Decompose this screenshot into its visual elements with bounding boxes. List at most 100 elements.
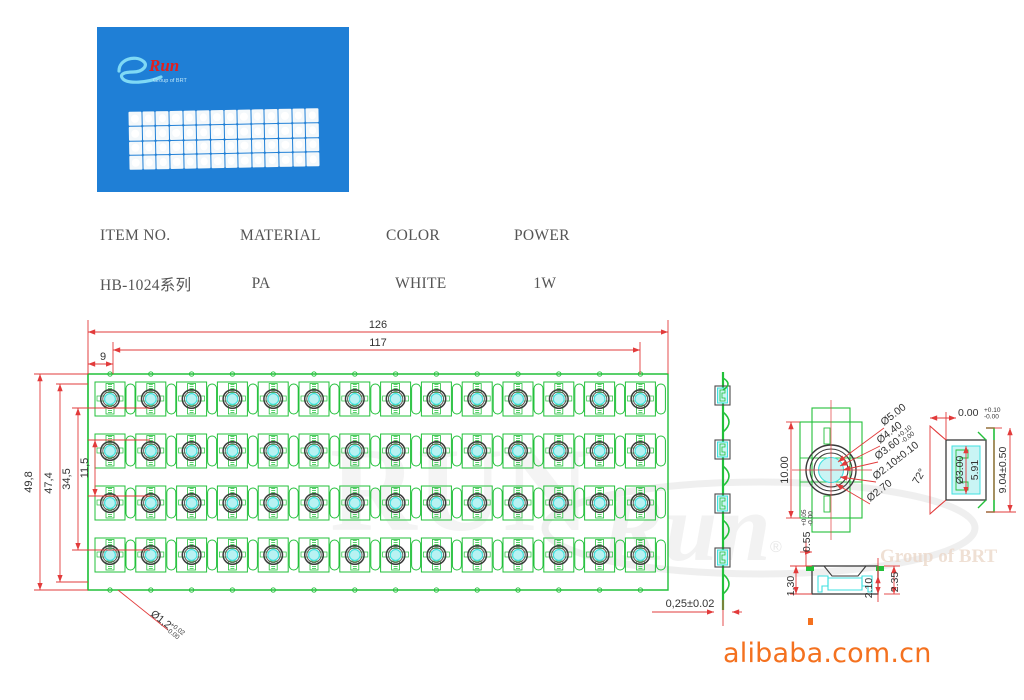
spec-header-material: MATERIAL: [240, 227, 321, 244]
led-cell: [175, 381, 208, 417]
dim-inner-width: 117: [369, 337, 387, 349]
led-slot: [615, 383, 626, 415]
led-slot: [288, 383, 299, 415]
svg-text:Run: Run: [148, 56, 179, 75]
led-slot: [125, 383, 136, 415]
led-slot: [492, 383, 503, 415]
svg-text:Group of BRT: Group of BRT: [880, 546, 998, 567]
dim-length: 9.04±0.50: [997, 447, 1009, 494]
spec-header-item-no: ITEM NO.: [100, 227, 171, 244]
spec-table: ITEM NO. MATERIAL COLOR POWER HB-1024系列 …: [100, 212, 620, 308]
led-slot: [125, 539, 136, 571]
dim-overall-height: 49,8: [23, 471, 35, 492]
brand-logo-icon: Run Group of BRT: [117, 56, 187, 84]
led-cell: [135, 537, 167, 573]
dim-profile-h1: 0.55: [801, 531, 813, 552]
screenshot-root: Run Group of BRT document.write(new Arra…: [0, 0, 1024, 700]
led-cell: [94, 537, 126, 573]
led-slot: [247, 383, 258, 415]
led-slot: [655, 435, 666, 467]
led-cell: [216, 537, 249, 573]
dim-profile-w1: 1.30: [785, 576, 797, 597]
dim-overall-width: 126: [369, 319, 387, 331]
led-cell: [94, 485, 126, 521]
led-cell: [420, 381, 453, 417]
dim-detail-height: 10.00: [779, 456, 791, 484]
led-cell: [379, 381, 412, 417]
led-slot: [166, 539, 177, 571]
led-slot: [207, 487, 218, 519]
led-cell: [216, 485, 249, 521]
led-cell: [298, 433, 330, 469]
led-slot: [166, 435, 177, 467]
led-cell: [94, 381, 126, 417]
led-cell: [543, 381, 575, 417]
spec-value-power: 1W: [533, 275, 557, 292]
dim-profile-w2: 2.10: [863, 578, 875, 599]
photo-led-array: document.write(new Array(57).join('<div …: [128, 108, 320, 170]
led-cell: [298, 537, 330, 573]
led-slot: [533, 383, 544, 415]
led-slot: [125, 435, 136, 467]
dim-thickness: 0,25±0.02: [666, 598, 715, 610]
dim-datum: 0.00: [958, 407, 979, 419]
spec-value-material: PA: [251, 275, 271, 292]
led-cell: [216, 381, 249, 417]
dim-profile-w3: 2.35: [889, 572, 901, 593]
led-cell: [175, 485, 208, 521]
dim-angle: 72°: [910, 467, 928, 487]
led-slot: [574, 383, 585, 415]
dim-height-2: 47,4: [43, 472, 55, 493]
alibaba-url: alibaba.com.cn: [723, 638, 932, 669]
technical-drawing: RUN Run Group of BRT ® ®: [23, 319, 1016, 641]
led-slot: [370, 383, 381, 415]
led-cell: [94, 433, 126, 469]
led-cell: [502, 381, 534, 417]
led-slot: [288, 539, 299, 571]
orange-marker: [808, 618, 813, 625]
led-cell: [298, 381, 330, 417]
dim-height-3: 34,5: [61, 468, 73, 489]
led-slot: [451, 383, 462, 415]
led-cell: [257, 381, 289, 417]
led-slot: [655, 383, 666, 415]
dim-bore: Ø3.00: [954, 456, 966, 485]
led-slot: [288, 487, 299, 519]
led-slot: [207, 383, 218, 415]
spec-value-item-no: HB-1024系列: [100, 277, 192, 294]
led-slot: [247, 487, 258, 519]
dim-edge-offset: 9: [100, 351, 106, 363]
led-cell: [135, 381, 167, 417]
led-cell: [175, 537, 208, 573]
dim-profile-h1-tol-lower: -0.00: [808, 511, 815, 526]
spec-header-power: POWER: [514, 227, 570, 244]
dim-datum-tol-lower: -0.00: [984, 414, 999, 421]
led-cell: [257, 433, 289, 469]
led-slot: [166, 383, 177, 415]
led-slot: [207, 539, 218, 571]
led-cell: [298, 485, 330, 521]
led-slot: [411, 383, 422, 415]
led-cell: [624, 433, 657, 469]
led-cell: [461, 381, 493, 417]
led-cell: [135, 485, 167, 521]
led-slot: [247, 435, 258, 467]
led-cell: [257, 485, 289, 521]
led-cell: [624, 381, 657, 417]
led-cell: [257, 537, 289, 573]
led-cell: [216, 433, 249, 469]
led-slot: [329, 383, 340, 415]
hole-leader: Ø1,2 +0.02 -0.00: [117, 589, 186, 641]
led-slot: [615, 435, 626, 467]
led-cell: [175, 433, 208, 469]
product-photo: Run Group of BRT document.write(new Arra…: [97, 27, 349, 192]
spec-value-color: WHITE: [395, 275, 447, 292]
spec-header-color: COLOR: [386, 227, 441, 244]
led-slot: [166, 487, 177, 519]
svg-text:®: ®: [770, 539, 782, 556]
led-cell: [583, 381, 616, 417]
dim-depth: 5.91: [969, 460, 981, 481]
led-slot: [288, 435, 299, 467]
dim-height-4: 11,5: [79, 458, 91, 479]
led-cell: [135, 433, 167, 469]
